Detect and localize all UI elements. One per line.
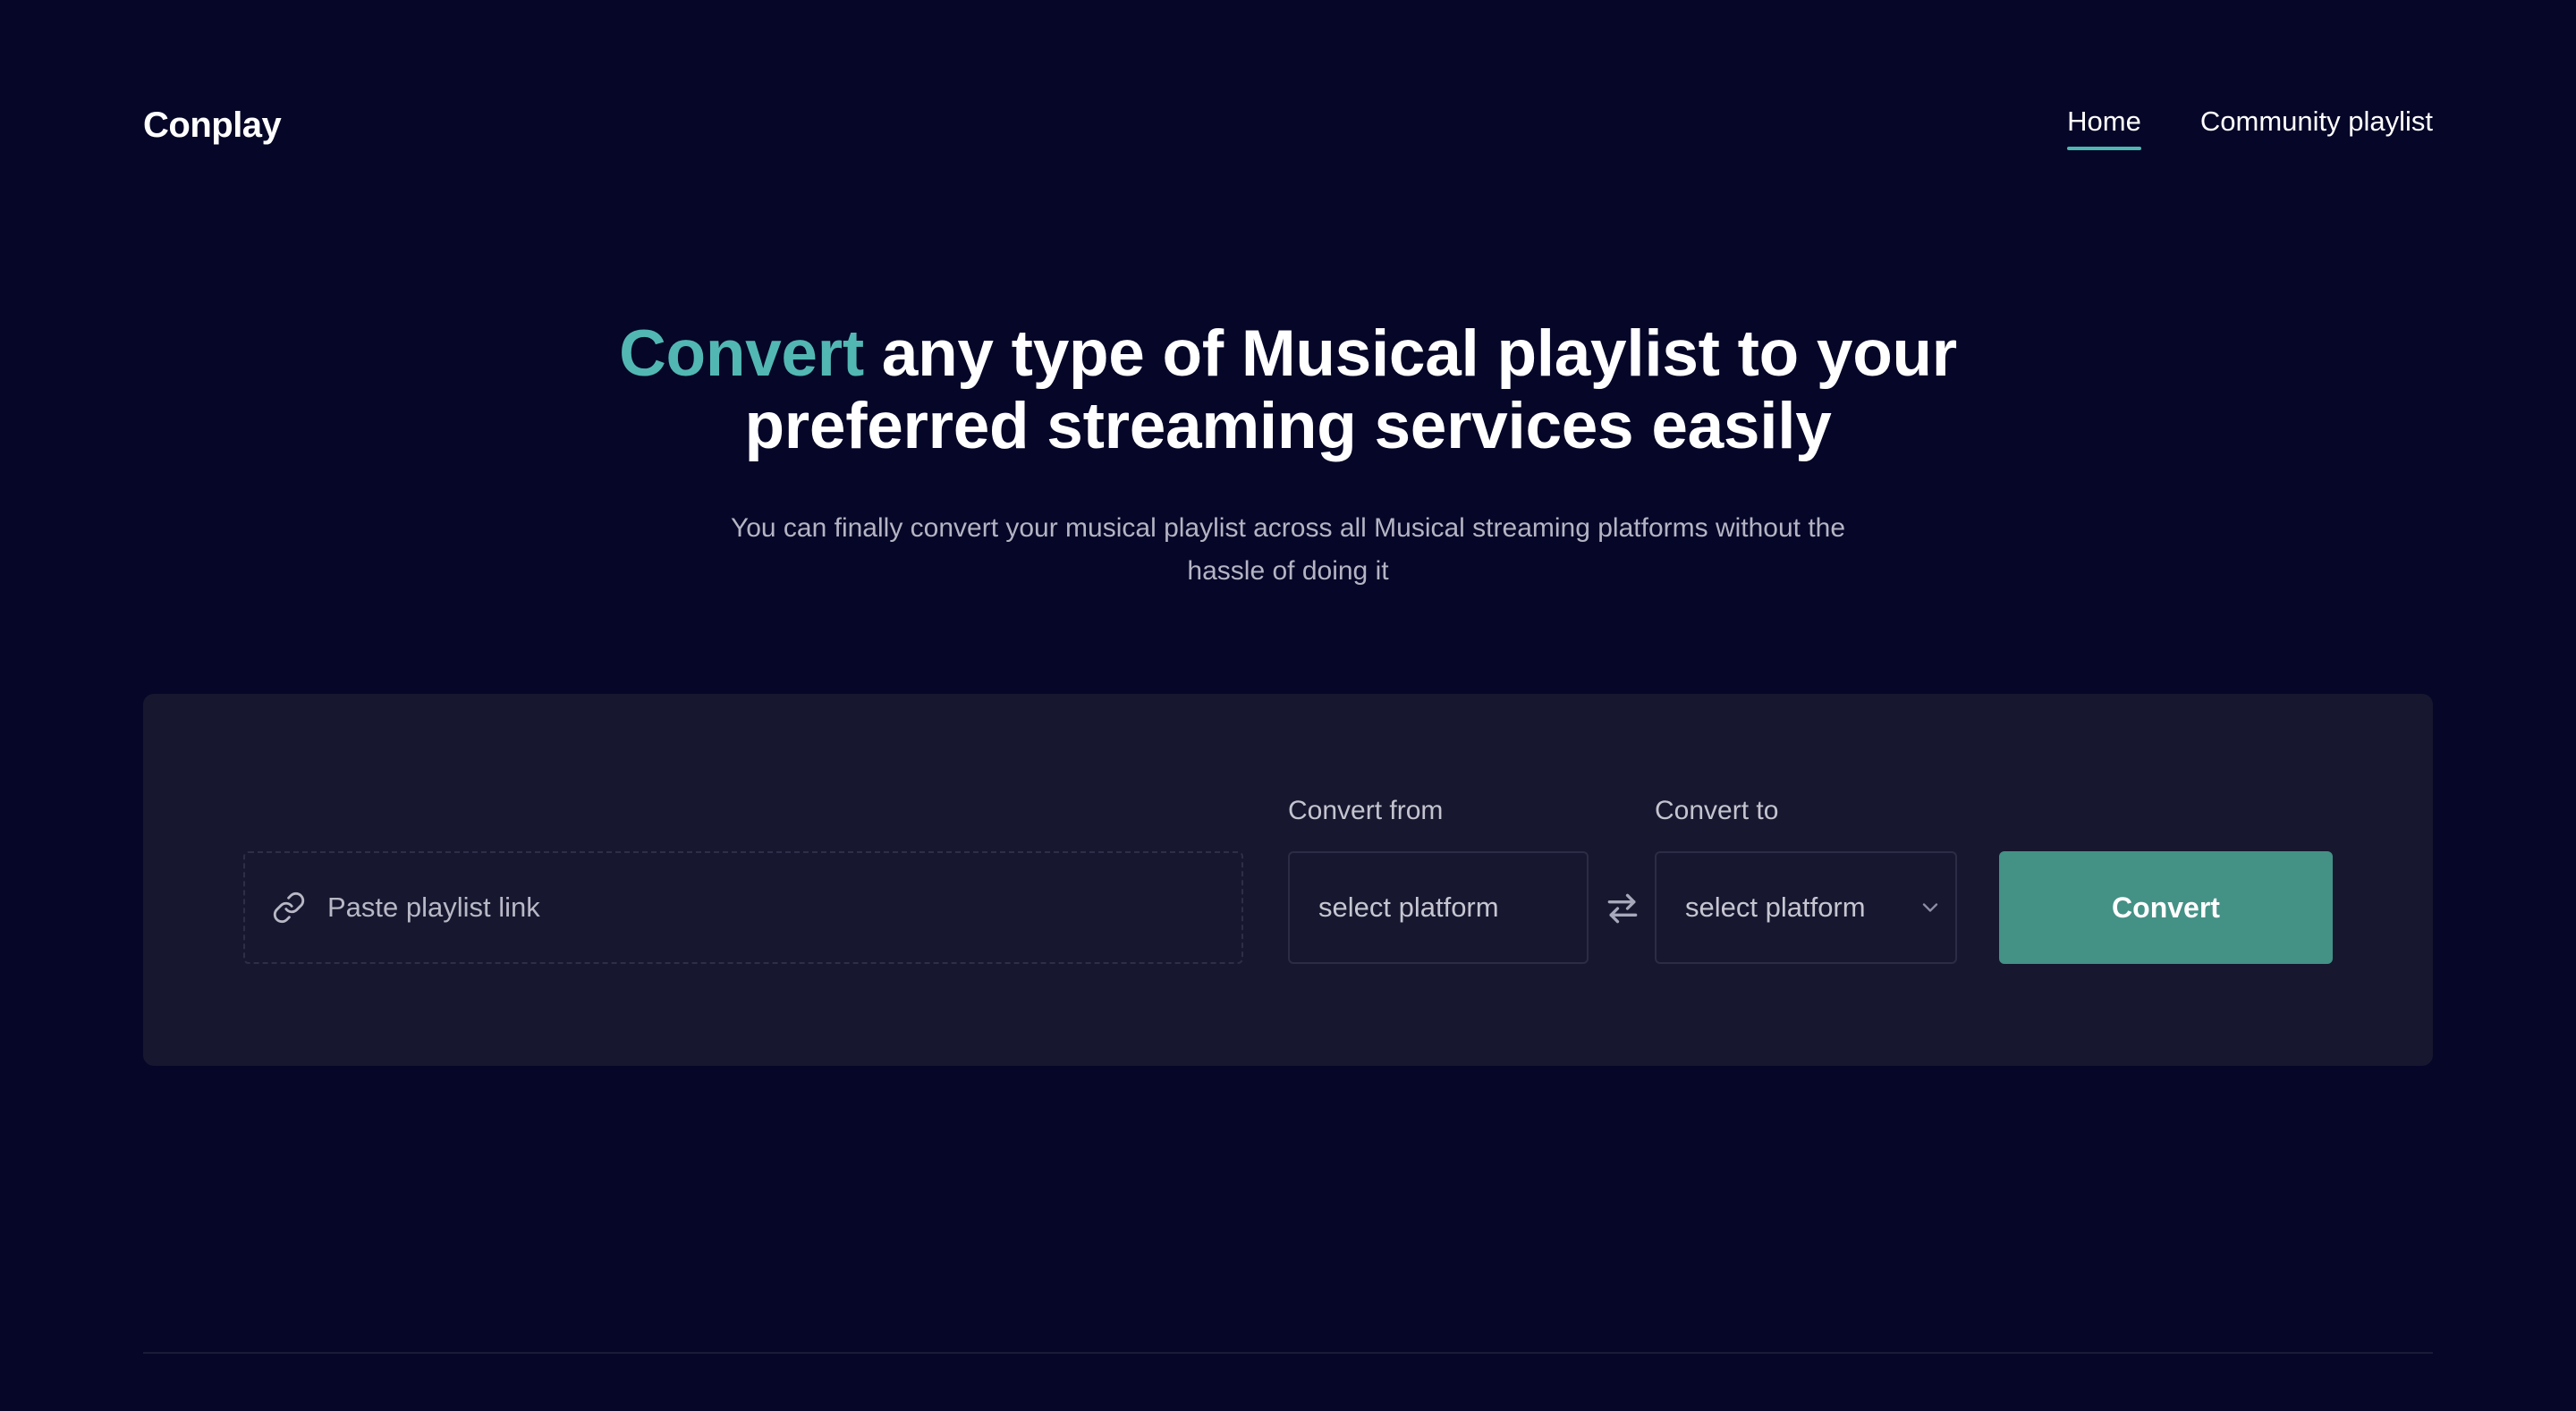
hero-section: Convert any type of Musical playlist to …	[0, 317, 2576, 593]
nav-home-link[interactable]: Home	[2067, 106, 2141, 150]
playlist-link-placeholder: Paste playlist link	[327, 891, 540, 923]
hero-title-accent: Convert	[619, 317, 864, 390]
hero-title-rest: any type of Musical playlist to your pre…	[744, 317, 1958, 462]
link-icon	[272, 891, 306, 925]
site-header: Conplay Home Community playlist	[143, 98, 2433, 152]
convert-to-label: Convert to	[1655, 796, 1779, 825]
convert-from-label: Convert from	[1288, 796, 1444, 825]
chevron-down-icon	[1918, 895, 1943, 920]
convert-to-select[interactable]: select platform	[1655, 851, 1957, 964]
nav-community-playlist-link[interactable]: Community playlist	[2200, 106, 2433, 141]
footer-divider	[143, 1352, 2433, 1354]
convert-from-select[interactable]: select platform	[1288, 851, 1589, 964]
swap-arrows-icon[interactable]	[1603, 889, 1642, 928]
playlist-link-input[interactable]: Paste playlist link	[243, 851, 1243, 964]
main-nav: Home Community playlist	[2067, 106, 2433, 150]
brand-logo[interactable]: Conplay	[143, 106, 282, 146]
convert-from-value: select platform	[1318, 891, 1499, 923]
hero-subtitle: You can finally convert your musical pla…	[730, 513, 1846, 586]
converter-card: Paste playlist link Convert from select …	[143, 694, 2433, 1066]
convert-button[interactable]: Convert	[1999, 851, 2333, 964]
hero-title: Convert any type of Musical playlist to …	[572, 317, 2004, 462]
convert-to-value: select platform	[1685, 891, 1866, 923]
